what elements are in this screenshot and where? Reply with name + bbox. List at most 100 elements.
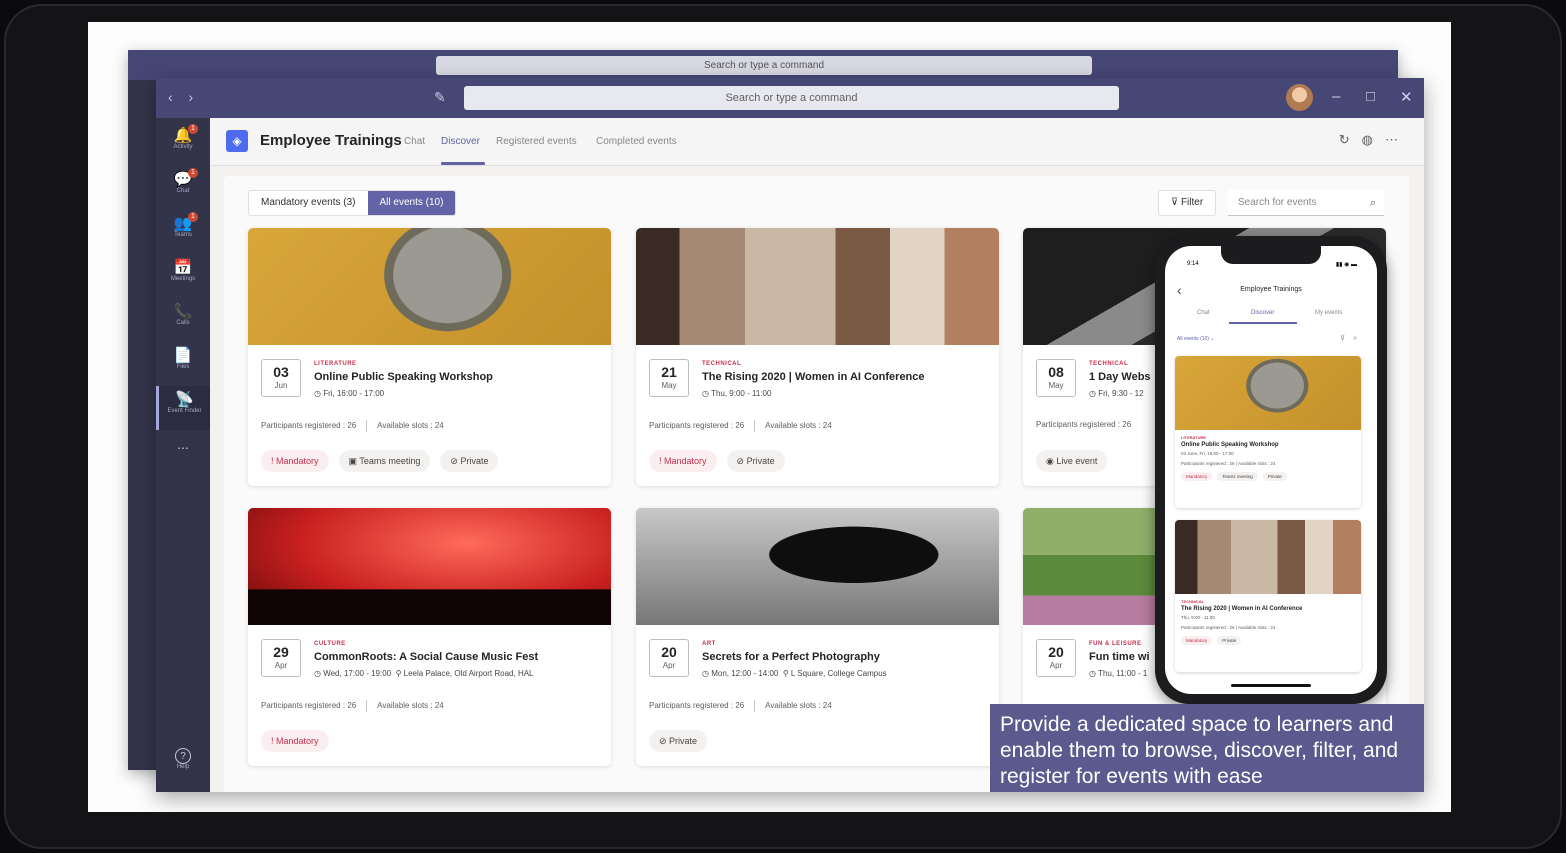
phone-title: Employee Trainings (1240, 286, 1302, 293)
event-time: ◷ Thu, 9:00 - 11:00 (702, 389, 772, 398)
chat-icon: 💬 (173, 171, 193, 188)
more-icon[interactable]: ⋯ (1385, 132, 1410, 147)
globe-icon[interactable]: ◍ (1362, 132, 1385, 147)
background-search: Search or type a command (436, 56, 1092, 75)
phone-events-dropdown[interactable]: All events (10) ⌄ (1177, 336, 1215, 342)
clock-icon: ◷ (702, 389, 712, 398)
tab-registered-events[interactable]: Registered events (496, 136, 577, 147)
rail-item-teams[interactable]: 👥 Teams 1 (156, 210, 210, 254)
event-card[interactable]: 03 Jun LITERATURE Online Public Speaking … (248, 228, 611, 486)
refresh-icon[interactable]: ↻ (1339, 132, 1362, 147)
event-image-conference (636, 228, 999, 345)
mandatory-badge: ! Mandatory (649, 450, 717, 472)
event-tags: ⊘ Private (649, 730, 708, 752)
feature-caption: Provide a dedicated space to learners an… (990, 704, 1424, 792)
rail-item-files[interactable]: 📄 Files (156, 342, 210, 386)
phone-event-card[interactable]: TECHNICAL The Rising 2020 | Women in AI … (1175, 520, 1361, 672)
event-card[interactable]: 20 Apr ART Secrets for a Perfect Photogra… (636, 508, 999, 766)
event-title[interactable]: CommonRoots: A Social Cause Music Fest (314, 651, 538, 663)
app-logo-icon: ◈ (226, 130, 248, 152)
rail-item-help[interactable]: ? Help (156, 744, 210, 788)
event-title[interactable]: Fun time wi (1089, 651, 1150, 663)
more-apps-icon[interactable]: ... (156, 436, 210, 480)
event-stats: Participants registered : 26 Available sl… (261, 700, 444, 712)
background-titlebar: Search or type a command (128, 50, 1398, 80)
close-button[interactable]: ✕ (1400, 88, 1413, 106)
rail-item-activity[interactable]: 🔔 Activity 1 (156, 122, 210, 166)
tab-discover[interactable]: Discover (441, 136, 480, 147)
active-tab-indicator (441, 162, 485, 165)
event-stats: Participants registered : 26 Available sl… (649, 420, 832, 432)
rail-item-calls[interactable]: 📞 Calls (156, 298, 210, 342)
tab-completed-events[interactable]: Completed events (596, 136, 677, 147)
notification-badge: 1 (188, 212, 198, 222)
compose-icon[interactable]: ✎ (434, 89, 446, 106)
event-date: 03 Jun (261, 359, 301, 397)
phone-mockup: 9:14 ▮▮ ◉ ▬ ‹ Employee Trainings Chat Di… (1155, 236, 1387, 704)
home-indicator (1231, 684, 1311, 687)
phone-screen: 9:14 ▮▮ ◉ ▬ ‹ Employee Trainings Chat Di… (1165, 246, 1377, 694)
event-date: 20 Apr (649, 639, 689, 677)
avatar[interactable] (1286, 84, 1313, 111)
event-category: CULTURE (314, 641, 346, 647)
file-icon: 📄 (173, 347, 193, 364)
left-rail: 🔔 Activity 1 💬 Chat 1 👥 Teams 1 📅 Meetin… (156, 118, 210, 792)
broadcast-icon: ◉ (1046, 456, 1057, 466)
event-tags: ! Mandatory ⊘ Private (649, 450, 785, 472)
phone-tab-my-events[interactable]: My events (1315, 310, 1342, 316)
private-icon: ⊘ (450, 456, 461, 466)
minimize-button[interactable]: – (1332, 88, 1340, 105)
private-badge: ⊘ Private (726, 450, 785, 472)
event-category: LITERATURE (314, 361, 357, 367)
event-title[interactable]: Secrets for a Perfect Photography (702, 651, 880, 663)
clock-icon: ◷ (702, 669, 712, 678)
event-category: ART (702, 641, 716, 647)
all-events-toggle[interactable]: All events (10) (367, 191, 456, 215)
filter-icon[interactable]: ⊽ (1340, 335, 1353, 342)
bell-icon: 🔔 (173, 127, 193, 144)
back-forward-icon[interactable]: ‹ › (168, 89, 199, 105)
phone-event-card[interactable]: LITERATURE Online Public Speaking Worksh… (1175, 356, 1361, 508)
event-filter-toggle: Mandatory events (3) All events (10) (248, 190, 457, 216)
event-title[interactable]: 1 Day Webs (1089, 371, 1151, 383)
mandatory-badge: ! Mandatory (261, 730, 329, 752)
event-date: 20 Apr (1036, 639, 1076, 677)
teams-meeting-badge: ▣ Teams meeting (338, 450, 431, 472)
event-title[interactable]: Online Public Speaking Workshop (314, 371, 493, 383)
app-title: Employee Trainings (260, 132, 402, 149)
phone-notch (1221, 246, 1321, 264)
event-title[interactable]: The Rising 2020 | Women in AI Conference (702, 371, 925, 383)
event-image-concert (248, 508, 611, 625)
rail-item-chat[interactable]: 💬 Chat 1 (156, 166, 210, 210)
calendar-icon: 📅 (173, 259, 193, 276)
search-icon[interactable]: ⌕ (1353, 335, 1365, 342)
event-stats: Participants registered : 26 (1036, 420, 1132, 429)
help-icon: ? (175, 748, 191, 764)
mandatory-badge: ! Mandatory (261, 450, 329, 472)
event-image-microphone (1175, 356, 1361, 430)
event-category: FUN & LEISURE (1089, 641, 1142, 647)
teams-icon: ▣ (348, 456, 360, 466)
event-card[interactable]: 21 May TECHNICAL The Rising 2020 | Women … (636, 228, 999, 486)
mandatory-events-toggle[interactable]: Mandatory events (3) (249, 191, 367, 215)
phone-tab-chat[interactable]: Chat (1197, 310, 1210, 316)
clock-icon: ◷ (1089, 669, 1099, 678)
event-tags: ◉ Live event (1036, 450, 1108, 472)
search-icon: ⌕ (1369, 197, 1376, 209)
private-badge: ⊘ Private (440, 450, 499, 472)
event-image-camera-lens (636, 508, 999, 625)
command-search-input[interactable]: Search or type a command (464, 86, 1119, 110)
location-icon: ⚲ (395, 669, 404, 678)
event-card[interactable]: 29 Apr CULTURE CommonRoots: A Social Caus… (248, 508, 611, 766)
event-time: ◷ Fri, 16:00 - 17:00 (314, 389, 385, 398)
tab-chat[interactable]: Chat (404, 136, 425, 147)
phone-tab-discover[interactable]: Discover (1251, 310, 1274, 316)
filter-button[interactable]: ⊽ Filter (1158, 190, 1216, 216)
maximize-button[interactable]: □ (1366, 88, 1375, 105)
phone-clock: 9:14 (1187, 261, 1199, 267)
event-time: ◷ Fri, 9:30 - 12 (1089, 389, 1144, 398)
event-date: 29 Apr (261, 639, 301, 677)
event-search-input[interactable]: Search for events ⌕ (1228, 190, 1384, 216)
rail-item-event-finder[interactable]: 📡 Event Finder (156, 386, 210, 430)
rail-item-meetings[interactable]: 📅 Meetings (156, 254, 210, 298)
